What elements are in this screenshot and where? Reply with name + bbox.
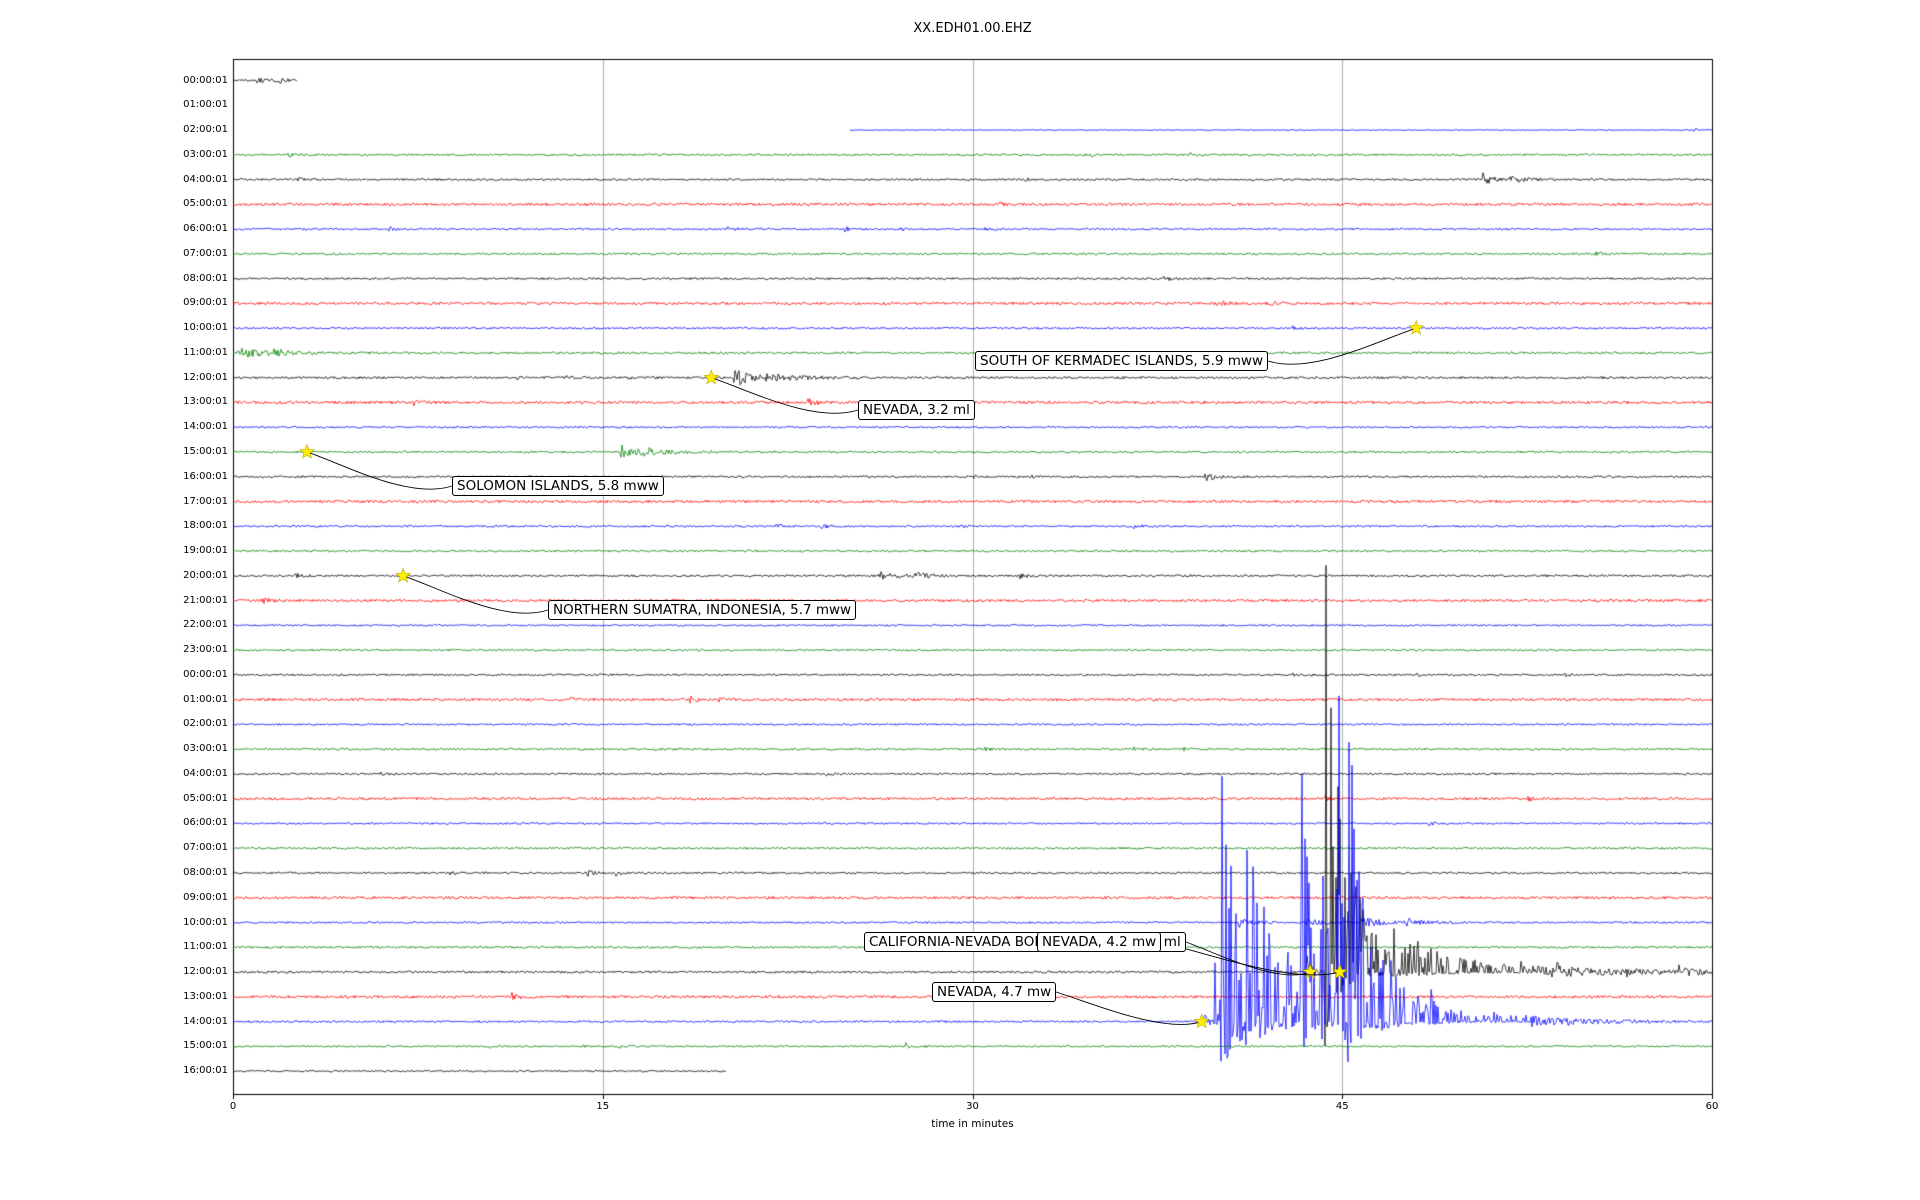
- annotation-leader-line: [402, 575, 549, 614]
- event-star-marker: [703, 369, 720, 385]
- event-star-marker: [1302, 963, 1319, 979]
- annotation-leader-line: [1185, 941, 1311, 976]
- event-star-marker: [1331, 963, 1348, 979]
- annotation-leader-line: [306, 451, 453, 490]
- event-star-marker: [1408, 319, 1425, 335]
- x-axis-label: time in minutes: [931, 1118, 1014, 1130]
- plot-title: XX.EDH01.00.EHZ: [913, 21, 1032, 36]
- annotation-leader-line: [1267, 327, 1417, 365]
- event-star-marker: [299, 443, 315, 459]
- annotation-overlay: [299, 319, 1425, 1029]
- annotation-leader-line: [1055, 991, 1202, 1025]
- annotation-leader-line: [711, 377, 859, 414]
- event-star-marker: [1193, 1013, 1210, 1029]
- event-star-marker: [395, 567, 411, 583]
- helicorder-figure: XX.EDH01.00.EHZ 00:00:01 01:00:01 02:00:01…: [0, 0, 1920, 1200]
